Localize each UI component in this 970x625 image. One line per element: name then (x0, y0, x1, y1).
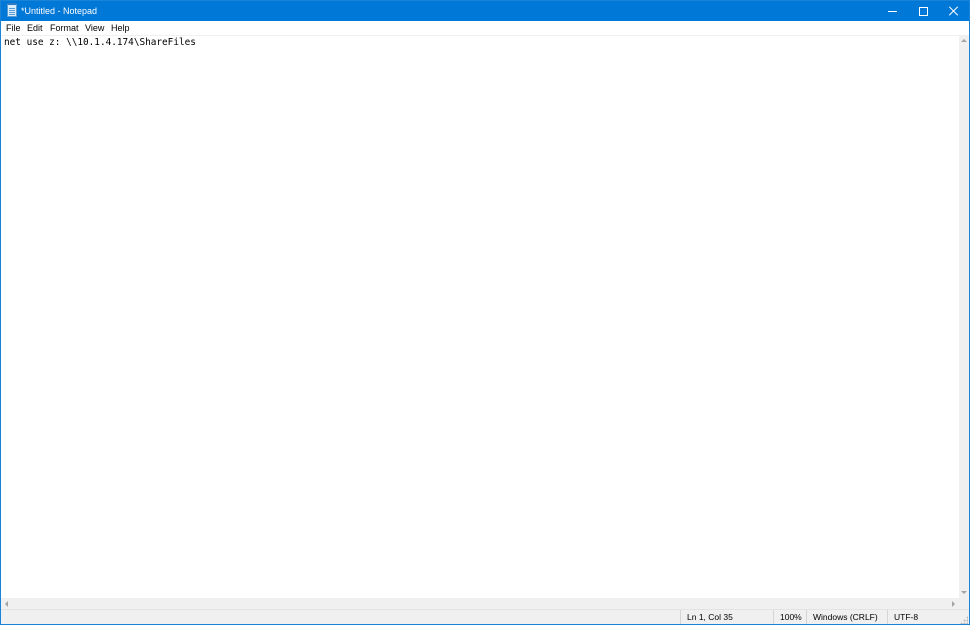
scrollbar-corner (959, 598, 969, 609)
menu-file[interactable]: File (5, 21, 22, 35)
menu-help[interactable]: Help (110, 21, 131, 35)
zoom-level: 100% (773, 610, 806, 624)
scroll-down-icon[interactable] (961, 591, 967, 594)
close-button[interactable] (938, 1, 969, 21)
menu-view[interactable]: View (84, 21, 105, 35)
maximize-button[interactable] (908, 1, 939, 21)
text-editor[interactable]: net use z: \\10.1.4.174\ShareFiles (2, 35, 959, 599)
title-bar[interactable]: *Untitled - Notepad (1, 1, 969, 21)
minimize-icon (888, 10, 897, 12)
close-icon (949, 6, 959, 16)
menu-edit[interactable]: Edit (26, 21, 44, 35)
window-title: *Untitled - Notepad (21, 6, 98, 16)
maximize-icon (919, 6, 928, 16)
scroll-right-icon[interactable] (952, 601, 955, 607)
menu-bar: File Edit Format View Help (1, 21, 969, 35)
editor-content[interactable]: net use z: \\10.1.4.174\ShareFiles (4, 37, 196, 49)
cursor-position: Ln 1, Col 35 (680, 610, 773, 624)
menu-format[interactable]: Format (49, 21, 80, 35)
notepad-window: *Untitled - Notepad File Edit Format Vie… (0, 0, 970, 625)
status-bar: Ln 1, Col 35 100% Windows (CRLF) UTF-8 (1, 609, 969, 624)
notepad-app-icon[interactable] (7, 3, 17, 17)
encoding: UTF-8 (887, 610, 969, 624)
scroll-left-icon[interactable] (5, 601, 8, 607)
line-ending: Windows (CRLF) (806, 610, 887, 624)
horizontal-scrollbar[interactable] (1, 598, 959, 609)
vertical-scrollbar[interactable] (959, 35, 969, 598)
minimize-button[interactable] (877, 1, 908, 21)
scroll-up-icon[interactable] (961, 39, 967, 42)
